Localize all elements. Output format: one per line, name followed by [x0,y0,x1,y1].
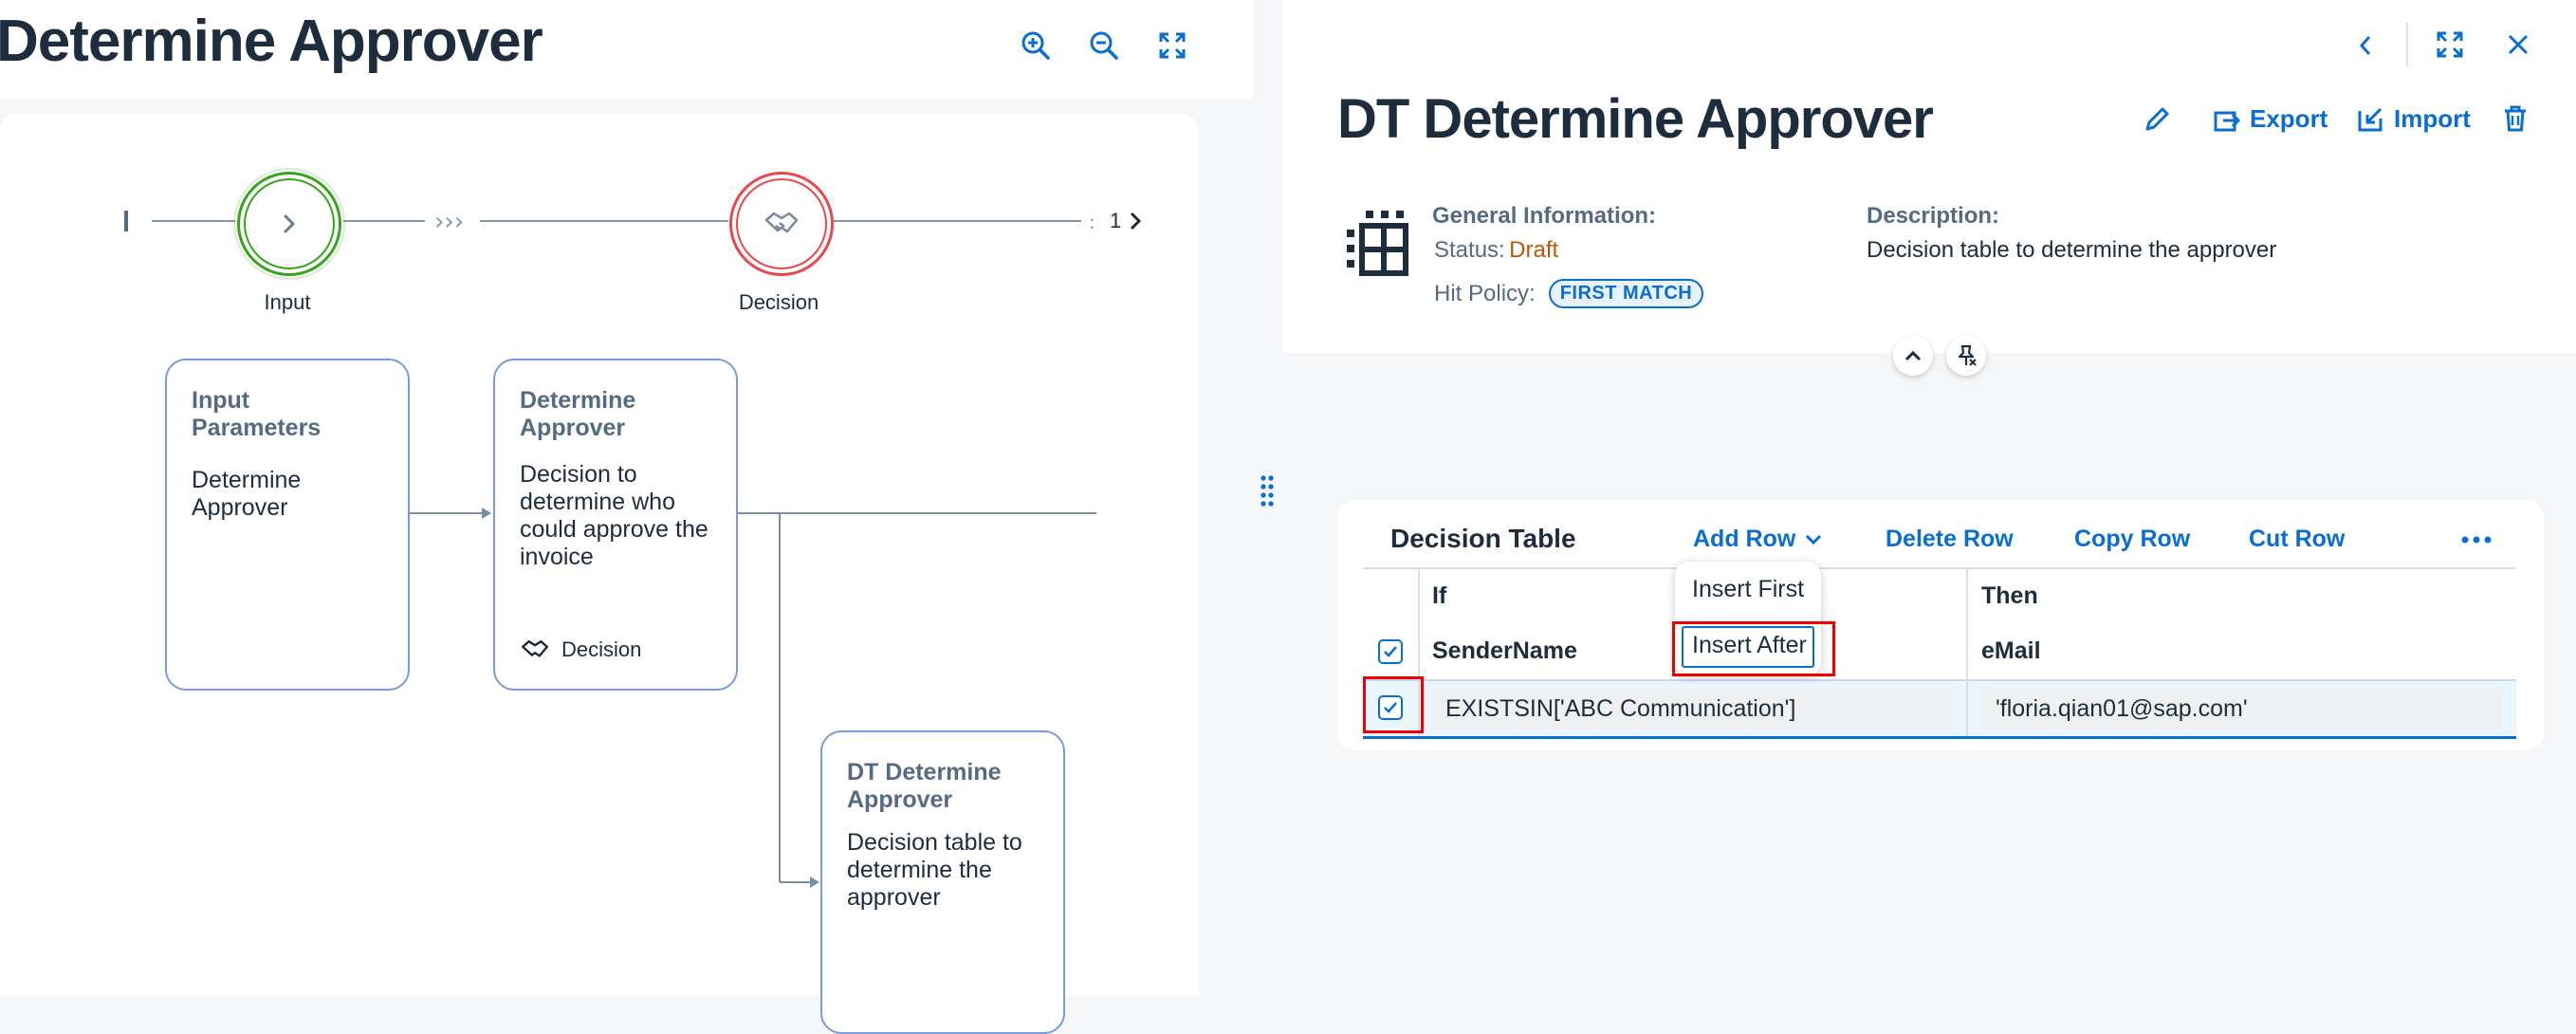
chevron-down-icon [1806,534,1822,545]
export-button[interactable]: Export [2212,104,2328,134]
decision-stage-label: Decision [738,290,819,314]
edit-button[interactable] [2142,104,2172,135]
close-icon[interactable] [2500,27,2536,63]
import-icon [2358,107,2383,131]
determine-approver-card[interactable]: Determine Approver Decision to determine… [493,359,738,691]
export-label: Export [2250,104,2328,133]
card-footer-label: Decision [561,637,642,661]
hit-policy-badge: FIRST MATCH [1548,279,1704,308]
card-footer: Decision [520,637,641,662]
zoom-out-icon[interactable] [1085,27,1123,65]
hit-policy-field: Hit Policy: FIRST MATCH [1434,279,1704,308]
unpin-icon [1958,344,1977,366]
card-body: Determine Approver [192,467,302,521]
decision-stage-node[interactable] [729,172,834,276]
if-header: If [1432,582,1447,609]
card-body: Decision table to determine the approver [847,829,1022,911]
pin-header-button[interactable] [1946,336,1986,376]
trash-icon [2505,105,2526,132]
status-field: Status: Draft [1434,237,1558,264]
general-info-heading: General Information: [1432,203,1657,229]
decision-table-icon [1347,211,1408,276]
process-canvas[interactable]: ››› : Input Decision 1 Input Parameters … [0,114,1199,1034]
input-stage-node[interactable] [237,172,341,276]
page-number: 1 [1110,209,1122,232]
description-text: Decision table to determine the approver [1867,237,2277,263]
highlight-insert-after [1672,621,1835,676]
cut-row-button[interactable]: Cut Row [2249,526,2345,553]
flow-pager[interactable]: 1 [1110,209,1142,233]
highlight-row-checkbox [1363,676,1424,733]
select-all-checkbox[interactable] [1378,639,1403,664]
fit-screen-icon[interactable] [1153,27,1191,65]
copy-row-button[interactable]: Copy Row [2074,526,2190,553]
then-header: Then [1981,582,2038,609]
collapse-header-button[interactable] [1893,336,1933,376]
email-column-header[interactable]: eMail [1981,637,2041,665]
decision-table-heading: Decision Table [1390,524,1576,553]
fullscreen-icon[interactable] [2432,27,2468,63]
svg-text::: : [1089,211,1095,233]
row-bottom-border [1363,736,2516,739]
delete-row-button[interactable]: Delete Row [1886,526,2014,553]
table-top-border [1363,567,2516,569]
email-cell[interactable]: 'floria.qian01@sap.com' [1982,689,2502,729]
row-top-border [1363,679,2516,681]
status-value: Draft [1509,237,1559,263]
navigate-back-icon[interactable] [2348,28,2383,63]
split-drag-handle[interactable] [1260,474,1275,508]
checkmark-icon [1384,646,1397,657]
card-title: DT Determine Approver [847,759,1002,813]
import-label: Import [2394,104,2471,133]
card-body: Decision to determine who could approve … [520,461,708,570]
table-col-divider [1966,679,1968,736]
hit-policy-label: Hit Policy: [1434,280,1536,306]
delete-button[interactable] [2502,104,2529,133]
status-label: Status: [1434,237,1505,263]
insert-first-option[interactable]: Insert First [1692,576,1804,603]
handshake-icon [522,640,548,657]
chevron-right-icon[interactable] [1129,211,1142,231]
add-row-label: Add Row [1693,526,1796,552]
input-stage-label: Input [264,290,311,314]
description-heading: Description: [1867,203,2000,229]
import-button[interactable]: Import [2356,104,2471,134]
sendername-cell[interactable]: EXISTSIN['ABC Communication'] [1432,689,1952,729]
header-separator [2406,23,2408,66]
pencil-icon [2145,107,2169,131]
more-options-icon[interactable] [2460,533,2493,546]
page-title: Determine Approver [0,9,543,74]
export-icon [2214,111,2240,131]
chevron-up-icon [1904,350,1922,361]
zoom-in-icon[interactable] [1017,27,1055,65]
dt-determine-approver-card[interactable]: DT Determine Approver Decision table to … [820,730,1065,1034]
card-title: Input Parameters [192,387,322,441]
input-parameters-card[interactable]: Input Parameters Determine Approver [165,359,410,691]
sendername-column-header[interactable]: SenderName [1432,637,1577,665]
card-title: Determine Approver [520,387,636,441]
add-row-button[interactable]: Add Row [1693,526,1822,553]
svg-text:›››: ››› [434,208,464,236]
object-title: DT Determine Approver [1337,88,1934,150]
